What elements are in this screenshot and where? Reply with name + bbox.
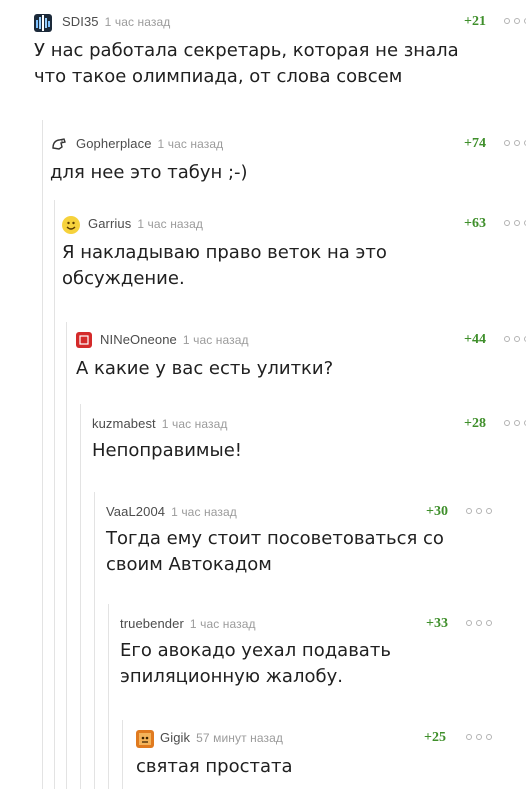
comment: SDI35 1 час назад +21 У нас работала секр… (34, 12, 526, 102)
username[interactable]: kuzmabest (92, 416, 156, 431)
rating: +28 (464, 416, 486, 431)
username[interactable]: Gopherplace (76, 136, 152, 151)
rating: +25 (424, 730, 446, 745)
thread-rail (122, 720, 123, 789)
timestamp: 1 час назад (157, 137, 224, 151)
username-link[interactable]: Gigik 57 минут назад (160, 730, 283, 745)
comment: truebender 1 час назад +33 Его авокадо уе… (120, 614, 526, 704)
timestamp: 1 час назад (182, 333, 249, 347)
red-square-avatar-icon[interactable] (76, 332, 92, 348)
username-link[interactable]: kuzmabest 1 час назад (92, 416, 227, 431)
username[interactable]: truebender (120, 616, 184, 631)
username-link[interactable]: Gopherplace 1 час назад (76, 136, 223, 151)
more-options-icon[interactable] (466, 734, 498, 742)
comment-text: У нас работала секретарь, которая не зна… (34, 40, 459, 87)
thread-rail (94, 492, 95, 789)
comment: kuzmabest 1 час назад +28 Непоправимые! (92, 414, 526, 474)
comment: Gigik 57 минут назад +25 святая простата (136, 728, 526, 788)
timestamp: 1 час назад (137, 217, 204, 231)
comment: VaaL2004 1 час назад +30 Тогда ему стоит … (106, 502, 526, 592)
more-options-icon[interactable] (466, 620, 498, 628)
thread-rail (54, 200, 55, 789)
timestamp: 1 час назад (161, 417, 228, 431)
comment: Garrius 1 час назад +63 Я накладываю прав… (62, 214, 526, 304)
comment-meta: NINeOneone 1 час назад +44 (76, 330, 526, 350)
comment-text: Я накладываю право веток на это обсужден… (62, 242, 387, 289)
thread-rail (42, 120, 43, 789)
horse-avatar-icon[interactable] (50, 136, 68, 154)
equalizer-avatar-icon[interactable] (34, 14, 52, 32)
more-options-icon[interactable] (466, 508, 498, 516)
comment-meta: truebender 1 час назад +33 (120, 614, 526, 634)
username-link[interactable]: truebender 1 час назад (120, 616, 256, 631)
username[interactable]: NINeOneone (100, 332, 177, 347)
rating: +21 (464, 14, 486, 29)
username[interactable]: VaaL2004 (106, 504, 165, 519)
comment-meta: kuzmabest 1 час назад +28 (92, 414, 526, 434)
username-link[interactable]: NINeOneone 1 час назад (100, 332, 249, 347)
more-options-icon[interactable] (504, 140, 526, 148)
timestamp: 1 час назад (189, 617, 256, 631)
comment-meta: Gopherplace 1 час назад +74 (50, 134, 526, 154)
comment-text: святая простата (136, 756, 293, 777)
comment-text: Непоправимые! (92, 440, 243, 461)
timestamp: 1 час назад (104, 15, 171, 29)
comment: Gopherplace 1 час назад +74 для нее это т… (50, 134, 526, 194)
timestamp: 1 час назад (171, 505, 237, 519)
more-options-icon[interactable] (504, 420, 526, 428)
comment-text: Его авокадо уехал подавать эпиляционную … (120, 640, 391, 687)
thread-rail (80, 404, 81, 789)
rating: +63 (464, 216, 486, 231)
rating: +33 (426, 616, 448, 631)
smiley-avatar-icon[interactable] (62, 216, 80, 234)
more-options-icon[interactable] (504, 220, 526, 228)
rating: +74 (464, 136, 486, 151)
more-options-icon[interactable] (504, 336, 526, 344)
timestamp: 57 минут назад (196, 731, 283, 745)
username-link[interactable]: Garrius 1 час назад (88, 216, 203, 231)
comment-meta: VaaL2004 1 час назад +30 (106, 502, 526, 522)
username[interactable]: Gigik (160, 730, 190, 745)
username[interactable]: SDI35 (62, 14, 99, 29)
username-link[interactable]: SDI35 1 час назад (62, 14, 170, 29)
thread-rail (66, 322, 67, 789)
comment-meta: SDI35 1 час назад +21 (34, 12, 526, 32)
comment-meta: Gigik 57 минут назад +25 (136, 728, 526, 748)
rating: +44 (464, 332, 486, 347)
comment-text: для нее это табун ;-) (50, 162, 248, 183)
comment: NINeOneone 1 час назад +44 А какие у вас … (76, 330, 526, 390)
username-link[interactable]: VaaL2004 1 час назад (106, 504, 237, 519)
comment-meta: Garrius 1 час назад +63 (62, 214, 526, 234)
comment-text: А какие у вас есть улитки? (76, 358, 334, 379)
more-options-icon[interactable] (504, 18, 526, 26)
username[interactable]: Garrius (88, 216, 131, 231)
comment-text: Тогда ему стоит посоветоваться со своим … (106, 528, 444, 575)
rating: +30 (426, 504, 448, 519)
thread-rail (108, 604, 109, 789)
cartoon-avatar-icon[interactable] (136, 730, 154, 748)
